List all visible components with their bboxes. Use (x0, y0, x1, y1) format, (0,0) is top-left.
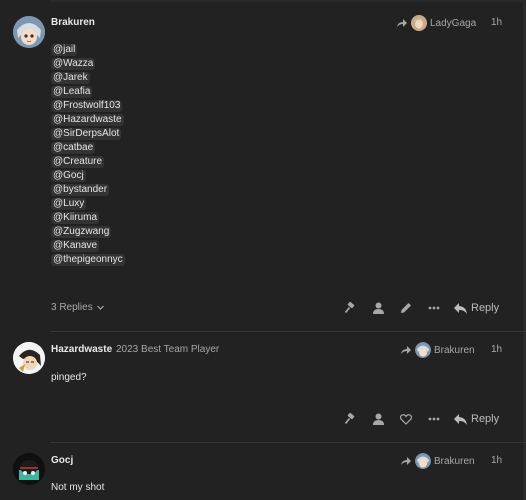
share-arrow-icon (401, 346, 411, 354)
post-controls: Reply (336, 410, 499, 428)
mention-link[interactable]: @catbae (51, 142, 96, 154)
post-text: pinged? (51, 372, 87, 383)
mention-link[interactable]: @Leafia (51, 86, 93, 98)
avatar[interactable] (13, 16, 45, 48)
reply-to-username: Brakuren (434, 344, 475, 356)
reply-to-tab[interactable]: LadyGaga (396, 15, 476, 31)
replies-count: 3 Replies (51, 302, 93, 313)
more-button[interactable] (420, 299, 448, 317)
mention-link[interactable]: @Luxy (51, 198, 87, 210)
reply-to-username: Brakuren (434, 455, 475, 467)
reply-icon (454, 302, 467, 314)
post-text: Not my shot (51, 482, 105, 493)
chevron-down-icon (96, 305, 104, 310)
mention-link[interactable]: @jail (51, 44, 78, 56)
post-hazardwaste: Hazardwaste 2023 Best Team Player Brakur… (0, 332, 526, 442)
reply-to-tab[interactable]: Brakuren (400, 453, 475, 469)
username[interactable]: Brakuren (51, 17, 95, 28)
user-icon (372, 413, 384, 425)
share-arrow-icon (397, 19, 407, 27)
more-icon (428, 417, 440, 421)
user-title: 2023 Best Team Player (116, 344, 220, 355)
mention-link[interactable]: @Jarek (51, 72, 90, 84)
edit-button[interactable] (392, 299, 420, 317)
avatar[interactable] (13, 453, 45, 485)
avatar (415, 342, 431, 358)
avatar (415, 453, 431, 469)
mention-link[interactable]: @thepigeonnyc (51, 254, 125, 266)
mention-link[interactable]: @Kiiruma (51, 212, 100, 224)
user-card-button[interactable] (364, 299, 392, 317)
mention-link[interactable]: @Wazza (51, 58, 96, 70)
mention-link[interactable]: @Kanave (51, 240, 100, 252)
avatar[interactable] (13, 342, 45, 374)
gavel-icon (344, 413, 355, 425)
mention-link[interactable]: @Zugzwang (51, 226, 112, 238)
avatar (411, 15, 427, 31)
post-controls: Reply (336, 299, 499, 317)
reply-label: Reply (471, 413, 500, 425)
user-card-button[interactable] (364, 410, 392, 428)
reply-to-username: LadyGaga (430, 17, 477, 29)
post-brakuren: Brakuren LadyGaga 1h @jail @Wazza @Jarek… (0, 0, 526, 330)
post-gocj: Gocj Brakuren 1h Not my shot (0, 443, 526, 500)
username[interactable]: Hazardwaste (51, 344, 112, 355)
more-button[interactable] (420, 410, 448, 428)
like-button[interactable] (392, 410, 420, 428)
reply-button[interactable]: Reply (454, 302, 499, 314)
mention-link[interactable]: @bystander (51, 184, 110, 196)
reply-to-tab[interactable]: Brakuren (400, 342, 475, 358)
share-arrow-icon (401, 457, 411, 465)
user-icon (372, 302, 384, 314)
mention-link[interactable]: @Creature (51, 156, 105, 168)
pencil-icon (401, 303, 411, 313)
admin-button[interactable] (336, 410, 364, 428)
reply-icon (454, 413, 467, 425)
mention-link[interactable]: @Frostwolf103 (51, 100, 123, 112)
post-body: @jail @Wazza @Jarek @Leafia @Frostwolf10… (51, 44, 125, 268)
gavel-icon (344, 302, 355, 314)
show-replies-button[interactable]: 3 Replies (51, 302, 105, 313)
reply-button[interactable]: Reply (454, 413, 499, 425)
post-date[interactable]: 1h (491, 17, 502, 28)
mention-link[interactable]: @Gocj (51, 170, 86, 182)
admin-button[interactable] (336, 299, 364, 317)
more-icon (428, 306, 440, 310)
mention-link[interactable]: @Hazardwaste (51, 114, 124, 126)
reply-label: Reply (471, 302, 500, 314)
post-date[interactable]: 1h (491, 344, 502, 355)
post-date[interactable]: 1h (491, 455, 502, 466)
heart-icon (400, 413, 412, 425)
username[interactable]: Gocj (51, 455, 73, 466)
mention-link[interactable]: @SirDerpsAlot (51, 128, 122, 140)
